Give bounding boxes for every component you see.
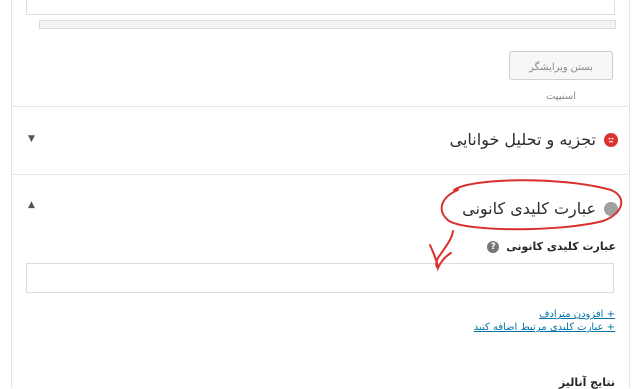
add-synonyms-link[interactable]: + افزودن مترادف	[539, 309, 615, 320]
focus-keyword-title: عبارت کلیدی کانونی	[462, 199, 596, 218]
focus-keyword-label-text: عبارت کلیدی کانونی	[506, 240, 616, 253]
focus-keyword-field-label: عبارت کلیدی کانونی ?	[487, 240, 616, 253]
focus-keyword-toggle-icon[interactable]: ▲	[28, 200, 35, 210]
add-related-keyphrase-link[interactable]: + عبارت کلیدی مرتبط اضافه کنید	[474, 322, 615, 333]
status-dot-icon	[604, 202, 618, 216]
focus-keyword-header[interactable]: عبارت کلیدی کانونی	[462, 199, 618, 219]
close-snippet-editor-button[interactable]: بستن ویرایشگر اسنیپت	[509, 51, 613, 102]
readability-toggle-icon[interactable]: ▼	[28, 134, 35, 144]
sad-face-icon	[604, 133, 618, 147]
focus-keyword-input[interactable]	[26, 263, 614, 293]
section-divider	[12, 174, 628, 175]
snippet-field[interactable]	[26, 0, 615, 15]
section-divider	[12, 106, 628, 107]
readability-analysis-title: تجزیه و تحلیل خوانایی	[449, 130, 596, 149]
help-icon[interactable]: ?	[487, 240, 500, 253]
snippet-progress-bar	[39, 20, 616, 29]
readability-analysis-header[interactable]: تجزیه و تحلیل خوانایی	[450, 130, 618, 150]
